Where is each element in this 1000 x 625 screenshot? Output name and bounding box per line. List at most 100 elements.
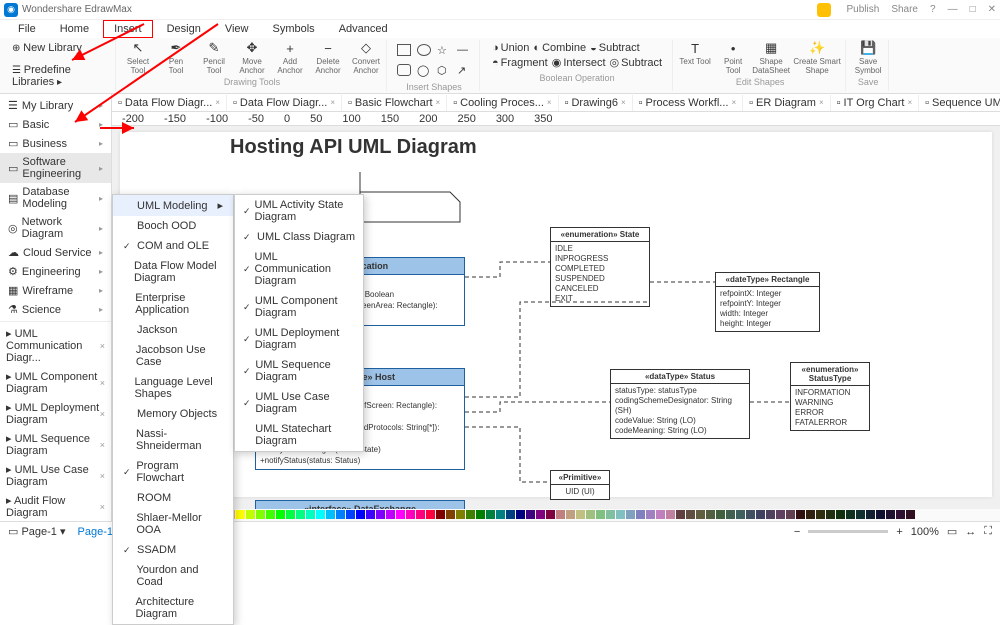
- color-swatch[interactable]: [676, 510, 685, 519]
- color-swatch[interactable]: [366, 510, 375, 519]
- sidebar-cat-software-engineering[interactable]: ▭Software Engineering▸: [0, 153, 111, 183]
- color-swatch[interactable]: [876, 510, 885, 519]
- fullscreen-icon[interactable]: ⛶: [984, 525, 992, 538]
- color-swatch[interactable]: [376, 510, 385, 519]
- submenu-item[interactable]: Memory Objects: [113, 404, 233, 424]
- submenu-item[interactable]: UML Modeling▸: [113, 195, 233, 216]
- color-swatch[interactable]: [386, 510, 395, 519]
- color-swatch[interactable]: [706, 510, 715, 519]
- color-swatch[interactable]: [766, 510, 775, 519]
- color-swatch[interactable]: [796, 510, 805, 519]
- menu-home[interactable]: Home: [50, 21, 99, 37]
- shape-lib-item[interactable]: ▸ Audit Flow Diagram×: [0, 491, 111, 521]
- color-swatch[interactable]: [566, 510, 575, 519]
- color-swatch[interactable]: [276, 510, 285, 519]
- ellipse-shape-icon[interactable]: [417, 44, 431, 56]
- zoom-slider[interactable]: [808, 530, 888, 533]
- point-tool-button[interactable]: •Point Tool: [717, 40, 749, 75]
- submenu-item[interactable]: ✓UML Use Case Diagram: [235, 387, 363, 419]
- user-badge-icon[interactable]: [817, 3, 831, 17]
- intersect-button[interactable]: ◉ Intersect: [552, 56, 606, 69]
- color-swatch[interactable]: [256, 510, 265, 519]
- submenu-item[interactable]: Nassi-Shneiderman: [113, 424, 233, 456]
- submenu-item[interactable]: ✓UML Class Diagram: [235, 227, 363, 247]
- doc-tab[interactable]: ▫Sequence UML ...×: [919, 95, 1000, 111]
- doc-tab[interactable]: ▫Data Flow Diagr...×: [112, 95, 227, 111]
- menu-advanced[interactable]: Advanced: [329, 21, 398, 37]
- doc-tab[interactable]: ▫Basic Flowchart×: [342, 95, 447, 111]
- submenu-item[interactable]: ✓UML Communication Diagram: [235, 247, 363, 291]
- text-tool-button[interactable]: TText Tool: [679, 40, 711, 75]
- color-swatch[interactable]: [816, 510, 825, 519]
- color-swatch[interactable]: [886, 510, 895, 519]
- submenu-item[interactable]: Jacobson Use Case: [113, 340, 233, 372]
- subtract-button[interactable]: ◒ Subtract: [590, 42, 640, 54]
- smartshape-button[interactable]: ✨Create Smart Shape: [793, 40, 841, 75]
- color-swatch[interactable]: [506, 510, 515, 519]
- submenu-item[interactable]: UML Statechart Diagram: [235, 419, 363, 451]
- color-swatch[interactable]: [786, 510, 795, 519]
- uml-uid-primitive[interactable]: «Primitive» UID (UI): [550, 470, 610, 500]
- color-swatch[interactable]: [776, 510, 785, 519]
- color-swatch[interactable]: [236, 510, 245, 519]
- datasheet-button[interactable]: ▦Shape DataSheet: [755, 40, 787, 75]
- sidebar-cat-cloud-service[interactable]: ☁Cloud Service▸: [0, 243, 111, 262]
- color-swatch[interactable]: [896, 510, 905, 519]
- save-symbol-button[interactable]: 💾Save Symbol: [852, 40, 884, 75]
- sidebar-cat-basic[interactable]: ▭Basic▸: [0, 115, 111, 134]
- convert-button[interactable]: ◇ConvertAnchor: [350, 40, 382, 75]
- submenu-item[interactable]: Enterprise Application: [113, 288, 233, 320]
- menu-design[interactable]: Design: [157, 21, 211, 37]
- submenu-item[interactable]: Language Level Shapes: [113, 372, 233, 404]
- color-swatch[interactable]: [476, 510, 485, 519]
- shape-palette[interactable]: ☆ —: [393, 40, 475, 60]
- color-swatch[interactable]: [596, 510, 605, 519]
- color-swatch[interactable]: [866, 510, 875, 519]
- uml-statustype-enum[interactable]: «enumeration» StatusType INFORMATION WAR…: [790, 362, 870, 431]
- combine-button[interactable]: ◐ Combine: [533, 42, 586, 54]
- predefine-libraries-button[interactable]: ☰ Predefine Libraries ▸: [12, 62, 111, 90]
- subtract2-button[interactable]: ◎ Subtract: [610, 56, 663, 69]
- shape-lib-item[interactable]: ▸ UML Use Case Diagram×: [0, 460, 111, 491]
- submenu-item[interactable]: Architecture Diagram: [113, 592, 233, 624]
- add-button[interactable]: +AddAnchor: [274, 40, 306, 75]
- color-swatch[interactable]: [856, 510, 865, 519]
- color-swatch[interactable]: [746, 510, 755, 519]
- shape-lib-item[interactable]: ▸ UML Communication Diagr...×: [0, 324, 111, 367]
- color-swatch[interactable]: [526, 510, 535, 519]
- color-swatch[interactable]: [666, 510, 675, 519]
- color-swatch[interactable]: [846, 510, 855, 519]
- color-palette[interactable]: [112, 509, 1000, 521]
- close-icon[interactable]: ✕: [988, 4, 996, 15]
- sidebar-cat-my-library[interactable]: ☰My Library▸: [0, 96, 111, 115]
- color-swatch[interactable]: [546, 510, 555, 519]
- uml-rectangle-datatype[interactable]: «dateType» Rectangle refpointX: Integer …: [715, 272, 820, 332]
- submenu-item[interactable]: ✓UML Component Diagram: [235, 291, 363, 323]
- color-swatch[interactable]: [756, 510, 765, 519]
- color-swatch[interactable]: [606, 510, 615, 519]
- fragment-button[interactable]: ◓ Fragment: [492, 56, 548, 69]
- color-swatch[interactable]: [656, 510, 665, 519]
- color-swatch[interactable]: [696, 510, 705, 519]
- doc-tab[interactable]: ▫Data Flow Diagr...×: [227, 95, 342, 111]
- color-swatch[interactable]: [626, 510, 635, 519]
- color-swatch[interactable]: [616, 510, 625, 519]
- submenu-item[interactable]: ✓UML Activity State Diagram: [235, 195, 363, 227]
- color-swatch[interactable]: [806, 510, 815, 519]
- submenu-item[interactable]: Jackson: [113, 320, 233, 340]
- color-swatch[interactable]: [406, 510, 415, 519]
- shape-lib-item[interactable]: ▸ UML Sequence Diagram×: [0, 429, 111, 460]
- color-swatch[interactable]: [726, 510, 735, 519]
- color-swatch[interactable]: [906, 510, 915, 519]
- submenu-item[interactable]: Data Flow Model Diagram: [113, 256, 233, 288]
- doc-tab[interactable]: ▫Drawing6×: [559, 95, 633, 111]
- union-button[interactable]: ◑ Union: [492, 42, 529, 54]
- delete-button[interactable]: −DeleteAnchor: [312, 40, 344, 75]
- sidebar-cat-network-diagram[interactable]: ◎Network Diagram▸: [0, 213, 111, 243]
- color-swatch[interactable]: [436, 510, 445, 519]
- color-swatch[interactable]: [836, 510, 845, 519]
- share-button[interactable]: Share: [891, 4, 918, 15]
- sidebar-cat-business[interactable]: ▭Business▸: [0, 134, 111, 153]
- shape-lib-item[interactable]: ▸ UML Deployment Diagram×: [0, 398, 111, 429]
- shape-lib-item[interactable]: ▸ UML Component Diagram×: [0, 367, 111, 398]
